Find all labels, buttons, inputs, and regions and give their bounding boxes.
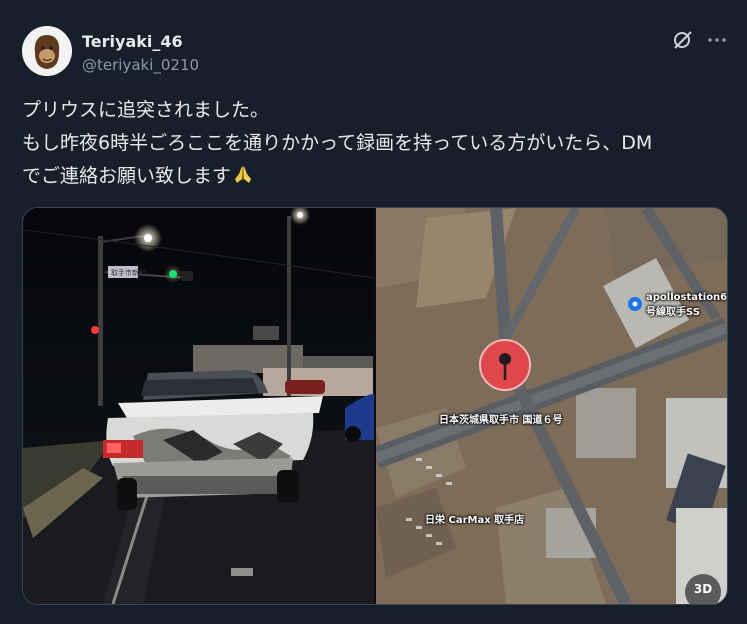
accident-photo[interactable]: 取手市新町 [23,208,375,604]
tweet-line-3-text: でご連絡お願い致します [22,165,232,187]
pin-address-label: 日本茨城県取手市 国道６号 [439,415,563,426]
author-handle[interactable]: @teriyaki_0210 [82,56,199,74]
poi-label-line-1: apollostation6 [646,292,728,303]
avatar[interactable] [22,26,72,76]
author-display-name[interactable]: Teriyaki_46 [82,32,183,51]
tweet-line-1: プリウスに追突されました。 [22,99,270,121]
shop-label: 日栄 CarMax 取手店 [425,515,525,526]
ape-avatar-icon [22,26,72,76]
3d-button[interactable]: 3D [685,574,721,604]
map-screenshot[interactable]: apollostation6 号線取手SS 日本茨城県取手市 国道６号 日栄 C… [372,208,727,604]
media-grid[interactable]: 取手市新町 apollostation6 号線取手SS 日本茨城県取手市 国道６… [22,207,728,605]
tweet-line-3: でご連絡お願い致します [22,160,727,193]
tweet-line-2: もし昨夜6時半ごろここを通りかかって録画を持っている方がいたら、DM [22,132,653,154]
poi-label-apollostation: apollostation6 号線取手SS [646,292,727,318]
folded-hands-icon [231,162,255,186]
street-sign-text: 取手市新町 [111,268,146,277]
tweet-text: プリウスに追突されました。 もし昨夜6時半ごろここを通りかかって録画を持っている… [22,94,727,193]
grok-icon[interactable] [671,28,695,52]
more-icon[interactable] [705,28,729,52]
poi-label-line-2: 号線取手SS [646,307,700,318]
